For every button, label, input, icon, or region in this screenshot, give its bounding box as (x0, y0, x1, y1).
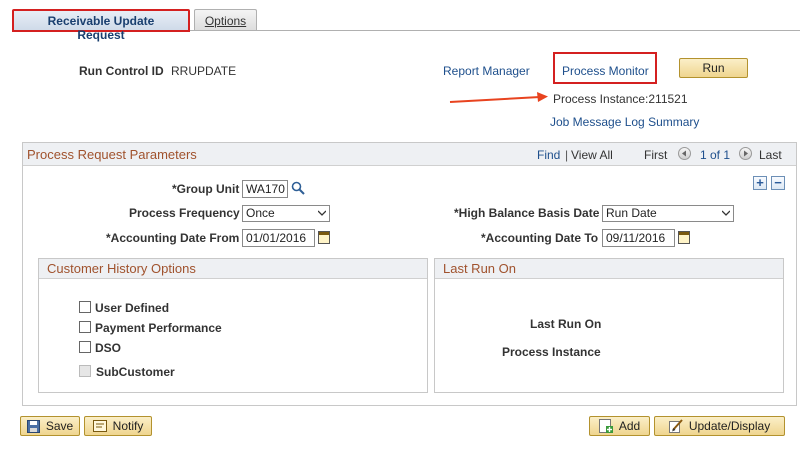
accounting-date-to-value: 09/11/2016 (606, 231, 666, 245)
tab-divider (190, 30, 800, 31)
accounting-date-from-label: *Accounting Date From (106, 231, 240, 245)
row-range: 1 of 1 (700, 148, 731, 162)
high-balance-label: *High Balance Basis Date (454, 206, 600, 220)
accounting-date-from-input[interactable]: 01/01/2016 (242, 229, 315, 247)
notify-button-label: Notify (112, 419, 144, 433)
separator: | (565, 148, 569, 162)
payment-performance-checkbox[interactable] (79, 321, 91, 333)
accounting-date-from-value: 01/01/2016 (246, 231, 307, 245)
chevron-down-icon (318, 210, 326, 216)
tab-label: Options (204, 14, 247, 28)
user-defined-label: User Defined (95, 301, 170, 315)
tab-options[interactable]: Options (194, 9, 257, 31)
view-all-link[interactable]: View All (571, 148, 613, 162)
next-icon[interactable] (739, 147, 752, 160)
run-control-label: Run Control ID (79, 64, 164, 78)
previous-icon[interactable] (678, 147, 691, 160)
group-unit-input[interactable]: WA170 (242, 180, 288, 198)
user-defined-checkbox[interactable] (79, 301, 91, 313)
accounting-date-to-input[interactable]: 09/11/2016 (602, 229, 675, 247)
subcustomer-checkbox (79, 365, 91, 377)
accounting-date-to-label: *Accounting Date To (481, 231, 599, 245)
run-control-value: RRUPDATE (171, 64, 237, 78)
customer-history-title: Customer History Options (47, 261, 196, 276)
notify-icon (92, 420, 107, 432)
notify-button[interactable]: Notify (84, 416, 152, 436)
group-unit-label: *Group Unit (172, 182, 240, 196)
search-icon[interactable] (291, 181, 305, 195)
add-button[interactable]: Add (589, 416, 650, 436)
group-unit-value: WA170 (246, 182, 285, 196)
job-message-log-link[interactable]: Job Message Log Summary (550, 115, 699, 129)
update-display-button[interactable]: Update/Display (654, 416, 785, 436)
find-link[interactable]: Find (537, 148, 560, 162)
process-monitor-link[interactable]: Process Monitor (562, 64, 649, 78)
calendar-icon[interactable] (678, 231, 690, 244)
process-instance-label: Process Instance (502, 345, 601, 359)
run-button[interactable]: Run (679, 58, 748, 78)
save-button-label: Save (45, 419, 74, 433)
save-icon (26, 419, 40, 433)
add-button-label: Add (618, 419, 641, 433)
chevron-down-icon (722, 210, 730, 216)
dso-label: DSO (95, 341, 122, 355)
update-display-button-label: Update/Display (688, 419, 771, 433)
high-balance-value: Run Date (606, 206, 657, 220)
last-run-title: Last Run On (443, 261, 516, 276)
subcustomer-label: SubCustomer (96, 365, 175, 379)
annotation-arrow-icon (449, 92, 548, 103)
first-label: First (644, 148, 668, 162)
panel-title: Process Request Parameters (27, 147, 197, 162)
process-frequency-label: Process Frequency (129, 206, 240, 220)
save-button[interactable]: Save (20, 416, 80, 436)
last-run-on-label: Last Run On (530, 317, 602, 331)
run-button-label: Run (702, 61, 725, 75)
process-instance-text: Process Instance:211521 (553, 92, 688, 106)
add-icon (598, 419, 613, 433)
calendar-icon[interactable] (318, 231, 330, 244)
dso-checkbox[interactable] (79, 341, 91, 353)
tab-label: Receivable Update Request (47, 14, 155, 42)
last-label: Last (759, 148, 782, 162)
payment-performance-label: Payment Performance (95, 321, 222, 335)
tab-receivable-update-request[interactable]: Receivable Update Request (12, 9, 190, 42)
process-frequency-value: Once (246, 206, 275, 220)
delete-row-icon[interactable]: − (771, 176, 785, 190)
add-row-icon[interactable]: + (753, 176, 767, 190)
update-display-icon (668, 419, 683, 433)
process-frequency-select[interactable]: Once (242, 205, 330, 222)
high-balance-select[interactable]: Run Date (602, 205, 734, 222)
report-manager-link[interactable]: Report Manager (443, 64, 530, 78)
